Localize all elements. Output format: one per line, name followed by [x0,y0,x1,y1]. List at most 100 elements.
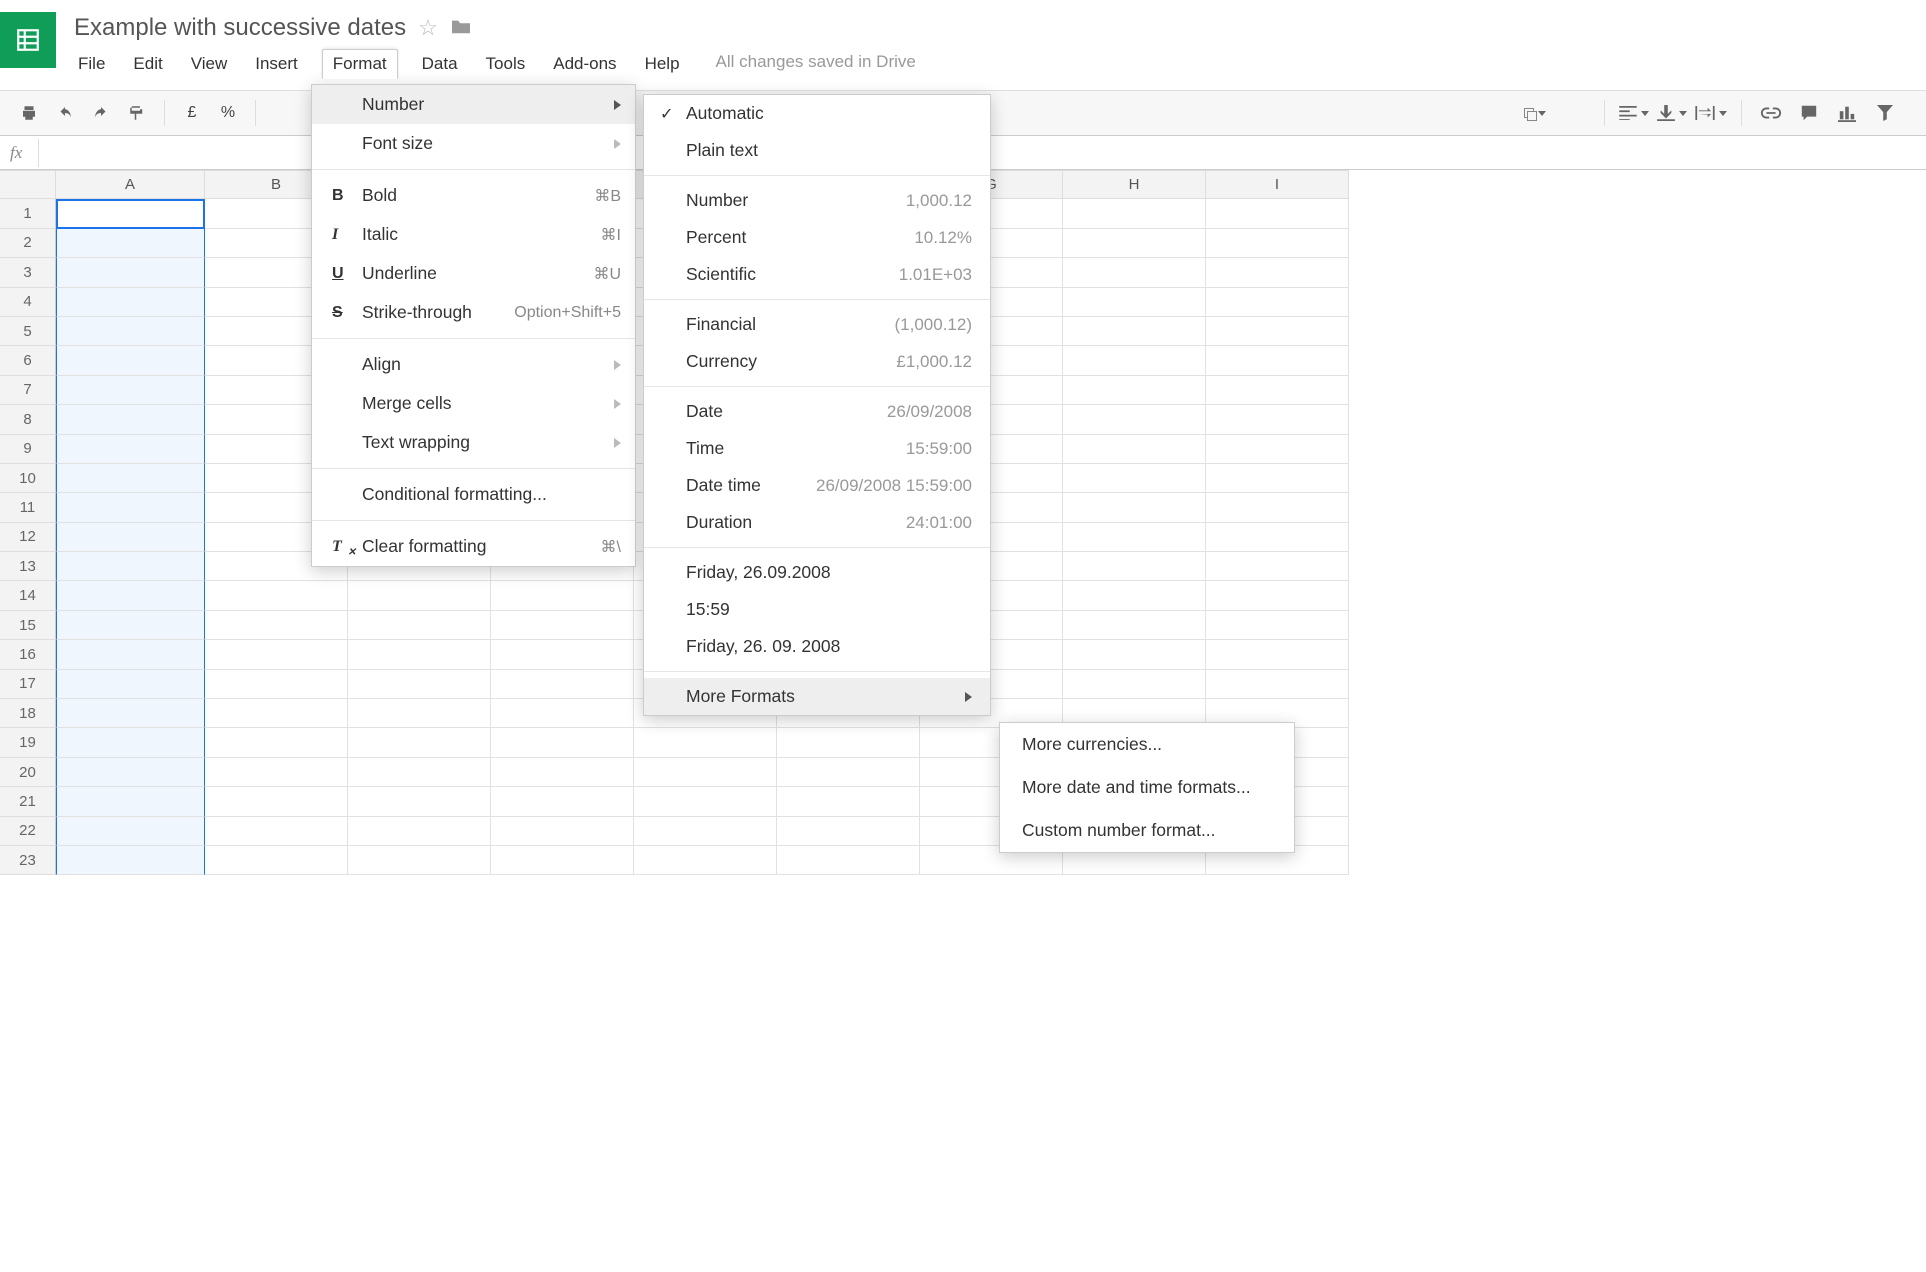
menu-edit[interactable]: Edit [129,52,166,79]
number-time-item[interactable]: Time 15:59:00 [644,430,990,467]
cell[interactable] [491,581,634,610]
cell[interactable] [56,611,205,640]
number-percent-item[interactable]: Percent 10.12% [644,219,990,256]
cell[interactable] [491,699,634,728]
cell[interactable] [777,846,920,875]
cell[interactable] [348,817,491,846]
row-header[interactable]: 9 [0,435,56,464]
row-header[interactable]: 11 [0,493,56,522]
number-date-item[interactable]: Date 26/09/2008 [644,393,990,430]
number-more-item[interactable]: More Formats [644,678,990,715]
row-header[interactable]: 7 [0,376,56,405]
cell[interactable] [634,787,777,816]
undo-button[interactable] [50,98,80,128]
cell[interactable] [1063,523,1206,552]
cell[interactable] [205,758,348,787]
cell[interactable] [348,581,491,610]
cell[interactable] [777,728,920,757]
cell[interactable] [56,288,205,317]
number-plain-item[interactable]: Plain text [644,132,990,169]
cell[interactable] [56,699,205,728]
row-header[interactable]: 4 [0,288,56,317]
cell[interactable] [1063,552,1206,581]
cell[interactable] [777,758,920,787]
halign-button[interactable] [1619,98,1649,128]
format-merge-item[interactable]: Merge cells [312,384,635,423]
row-header[interactable]: 15 [0,611,56,640]
cell[interactable] [1206,288,1349,317]
cell[interactable] [348,846,491,875]
cell[interactable] [56,405,205,434]
comment-button[interactable] [1794,98,1824,128]
cell[interactable] [1206,317,1349,346]
menu-view[interactable]: View [187,52,232,79]
cell[interactable] [1063,376,1206,405]
format-align-item[interactable]: Align [312,345,635,384]
row-header[interactable]: 3 [0,258,56,287]
format-underline-item[interactable]: UUnderline ⌘U [312,254,635,293]
cell[interactable] [491,728,634,757]
number-fmt1-item[interactable]: Friday, 26.09.2008 [644,554,990,591]
row-header[interactable]: 14 [0,581,56,610]
menu-file[interactable]: File [74,52,109,79]
row-header[interactable]: 12 [0,523,56,552]
cell[interactable] [634,817,777,846]
cell[interactable] [56,728,205,757]
cell[interactable] [634,758,777,787]
cell[interactable] [1206,552,1349,581]
cell[interactable] [1206,670,1349,699]
cell[interactable] [205,728,348,757]
cell[interactable] [1206,640,1349,669]
cell[interactable] [205,640,348,669]
row-header[interactable]: 5 [0,317,56,346]
cell[interactable] [1206,346,1349,375]
format-wrap-item[interactable]: Text wrapping [312,423,635,462]
row-header[interactable]: 8 [0,405,56,434]
cell[interactable] [1063,288,1206,317]
cell[interactable] [1063,464,1206,493]
row-header[interactable]: 16 [0,640,56,669]
row-header[interactable]: 22 [0,817,56,846]
cell[interactable] [56,493,205,522]
wrap-button[interactable] [1695,98,1727,128]
cell[interactable] [56,346,205,375]
format-bold-item[interactable]: BBold ⌘B [312,176,635,215]
cell[interactable] [1206,435,1349,464]
col-header-i[interactable]: I [1206,170,1349,199]
cell[interactable] [348,611,491,640]
cell[interactable] [1206,493,1349,522]
cell[interactable] [1063,258,1206,287]
row-header[interactable]: 23 [0,846,56,875]
number-currency-item[interactable]: Currency £1,000.12 [644,343,990,380]
row-header[interactable]: 6 [0,346,56,375]
link-button[interactable] [1756,98,1786,128]
cell[interactable] [1206,611,1349,640]
more-currencies-item[interactable]: More currencies... [1000,723,1294,766]
cell[interactable] [348,728,491,757]
cell[interactable] [1063,435,1206,464]
cell[interactable] [1063,611,1206,640]
document-title[interactable]: Example with successive dates [70,14,406,42]
folder-icon[interactable] [450,15,472,41]
format-cond-item[interactable]: Conditional formatting... [312,475,635,514]
cell[interactable] [205,670,348,699]
col-header-a[interactable]: A [56,170,205,199]
cell[interactable] [634,846,777,875]
cell[interactable] [205,846,348,875]
row-header[interactable]: 2 [0,229,56,258]
menu-insert[interactable]: Insert [251,52,302,79]
format-clear-item[interactable]: T✕Clear formatting ⌘\ [312,527,635,566]
cell[interactable] [205,817,348,846]
cell[interactable] [56,199,205,228]
cell[interactable] [634,728,777,757]
cell[interactable] [56,464,205,493]
cell[interactable] [348,787,491,816]
cell[interactable] [205,787,348,816]
redo-button[interactable] [86,98,116,128]
star-icon[interactable]: ☆ [418,15,438,41]
number-scientific-item[interactable]: Scientific 1.01E+03 [644,256,990,293]
cell[interactable] [1206,464,1349,493]
cell[interactable] [348,670,491,699]
row-header[interactable]: 20 [0,758,56,787]
print-button[interactable] [14,98,44,128]
